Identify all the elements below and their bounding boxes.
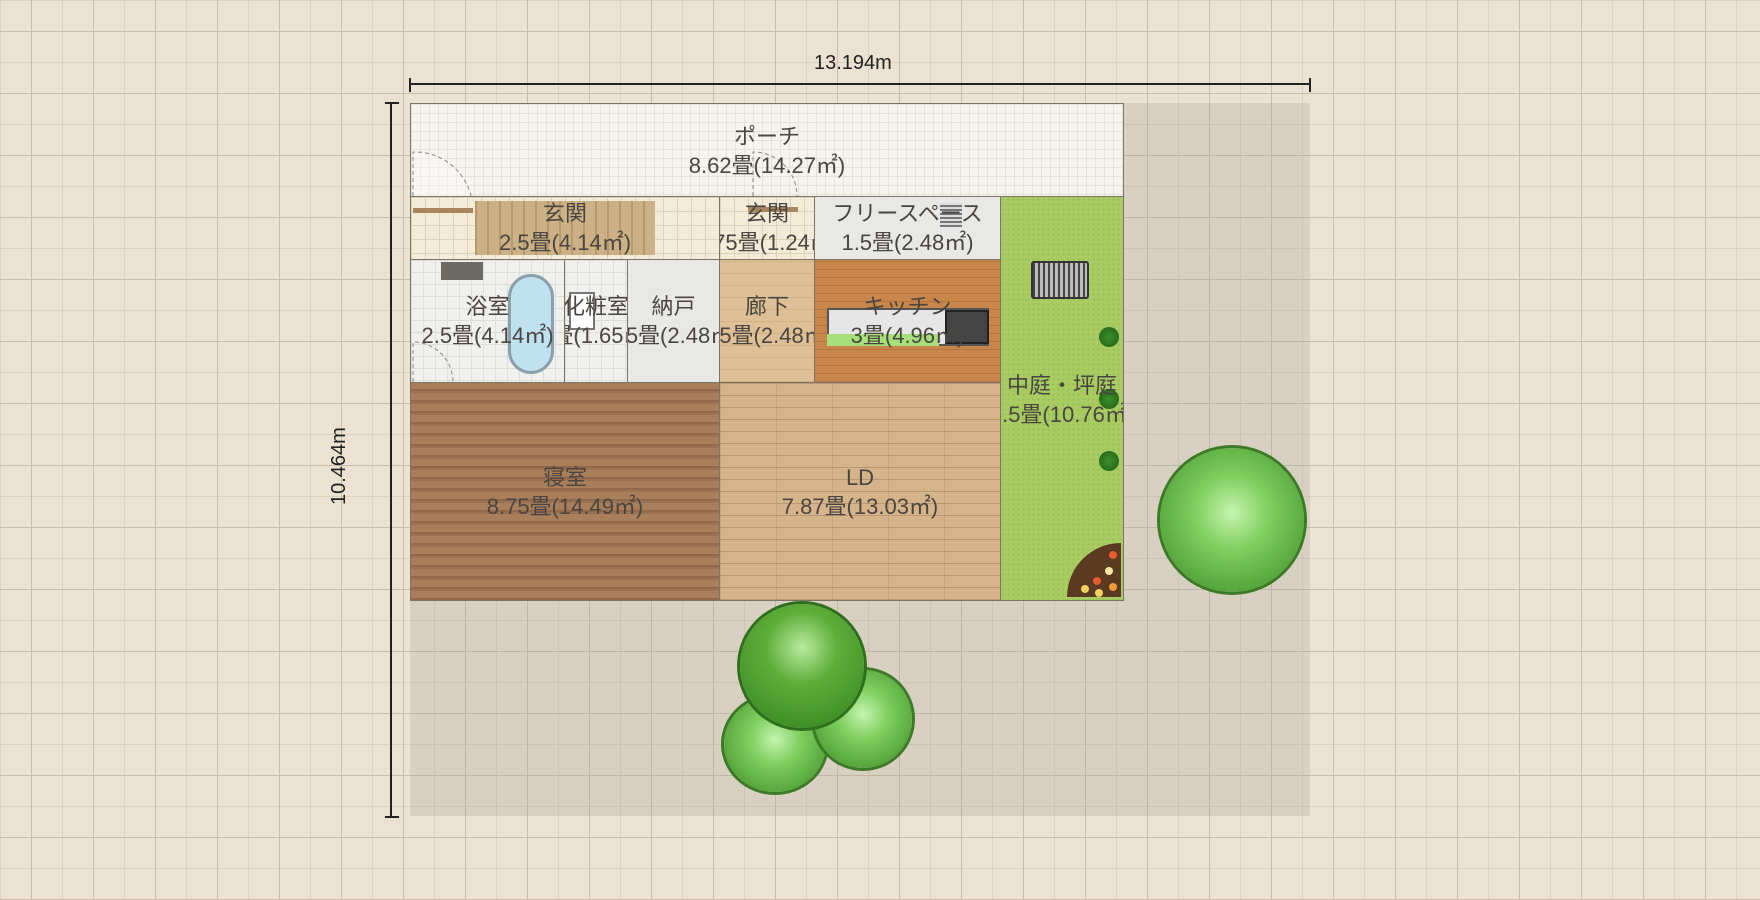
courtyard-area: 6.5畳(10.76㎡) bbox=[1001, 402, 1123, 427]
room-kitchen[interactable]: キッチン 3畳(4.96㎡) bbox=[814, 259, 1001, 383]
free-space-area: 1.5畳(2.48㎡) bbox=[841, 230, 974, 255]
bench-icon bbox=[1031, 261, 1089, 299]
ld-area: 7.87畳(13.03㎡) bbox=[781, 493, 939, 519]
tree-icon bbox=[1160, 448, 1304, 592]
storage-area: 1.5畳(2.48㎡) bbox=[627, 323, 719, 348]
kitchen-area: 3畳(4.96㎡) bbox=[850, 323, 965, 348]
room-bedroom[interactable]: 寝室 8.75畳(14.49㎡) bbox=[410, 382, 720, 601]
tree-icon bbox=[740, 604, 864, 728]
room-vanity[interactable]: 化粧室 1畳(1.65㎡) bbox=[564, 259, 628, 383]
genkan-2-area: 0.75畳(1.24㎡) bbox=[720, 230, 814, 255]
shrub-icon bbox=[1099, 327, 1119, 347]
vanity-name: 化粧室 bbox=[564, 294, 628, 319]
bedroom-area: 8.75畳(14.49㎡) bbox=[486, 493, 644, 519]
room-hallway[interactable]: 廊下 1.5畳(2.48㎡) bbox=[719, 259, 815, 383]
height-dimension-label: 10.464m bbox=[328, 427, 350, 505]
bedroom-name: 寝室 bbox=[542, 464, 587, 490]
hallway-area: 1.5畳(2.48㎡) bbox=[719, 323, 814, 348]
flowerbed-icon bbox=[1067, 543, 1121, 597]
kitchen-name: キッチン bbox=[863, 294, 952, 319]
ld-name: LD bbox=[845, 464, 875, 490]
room-porch[interactable]: ポーチ 8.62畳(14.27㎡) bbox=[410, 103, 1124, 197]
genkan-1-area: 2.5畳(4.14㎡) bbox=[498, 230, 632, 255]
room-genkan-1[interactable]: 玄関 2.5畳(4.14㎡) bbox=[410, 196, 720, 260]
vanity-area: 1畳(1.65㎡) bbox=[565, 323, 627, 348]
room-free-space[interactable]: フリースペース 1.5畳(2.48㎡) bbox=[814, 196, 1001, 260]
hallway-name: 廊下 bbox=[744, 294, 789, 319]
bath-area: 2.5畳(4.14㎡) bbox=[421, 323, 554, 348]
genkan-2-name: 玄関 bbox=[744, 201, 790, 226]
shoe-rack-icon bbox=[413, 208, 473, 213]
courtyard-name: 中庭・坪庭 bbox=[1006, 373, 1118, 398]
storage-name: 納戸 bbox=[651, 294, 696, 319]
shower-icon bbox=[441, 262, 483, 280]
room-genkan-2[interactable]: 玄関 0.75畳(1.24㎡) bbox=[719, 196, 815, 260]
porch-name: ポーチ bbox=[733, 124, 800, 149]
width-dimension-label: 13.194m bbox=[814, 52, 892, 74]
room-ld[interactable]: LD 7.87畳(13.03㎡) bbox=[719, 382, 1001, 601]
shrub-icon bbox=[1099, 451, 1119, 471]
room-storage[interactable]: 納戸 1.5畳(2.48㎡) bbox=[627, 259, 720, 383]
room-bath[interactable]: 浴室 2.5畳(4.14㎡) bbox=[410, 259, 565, 383]
free-space-name: フリースペース bbox=[832, 201, 983, 226]
porch-area: 8.62畳(14.27㎡) bbox=[688, 153, 846, 178]
room-courtyard[interactable]: 中庭・坪庭 6.5畳(10.76㎡) bbox=[1000, 196, 1124, 601]
genkan-1-name: 玄関 bbox=[542, 201, 587, 226]
bath-name: 浴室 bbox=[465, 294, 510, 319]
